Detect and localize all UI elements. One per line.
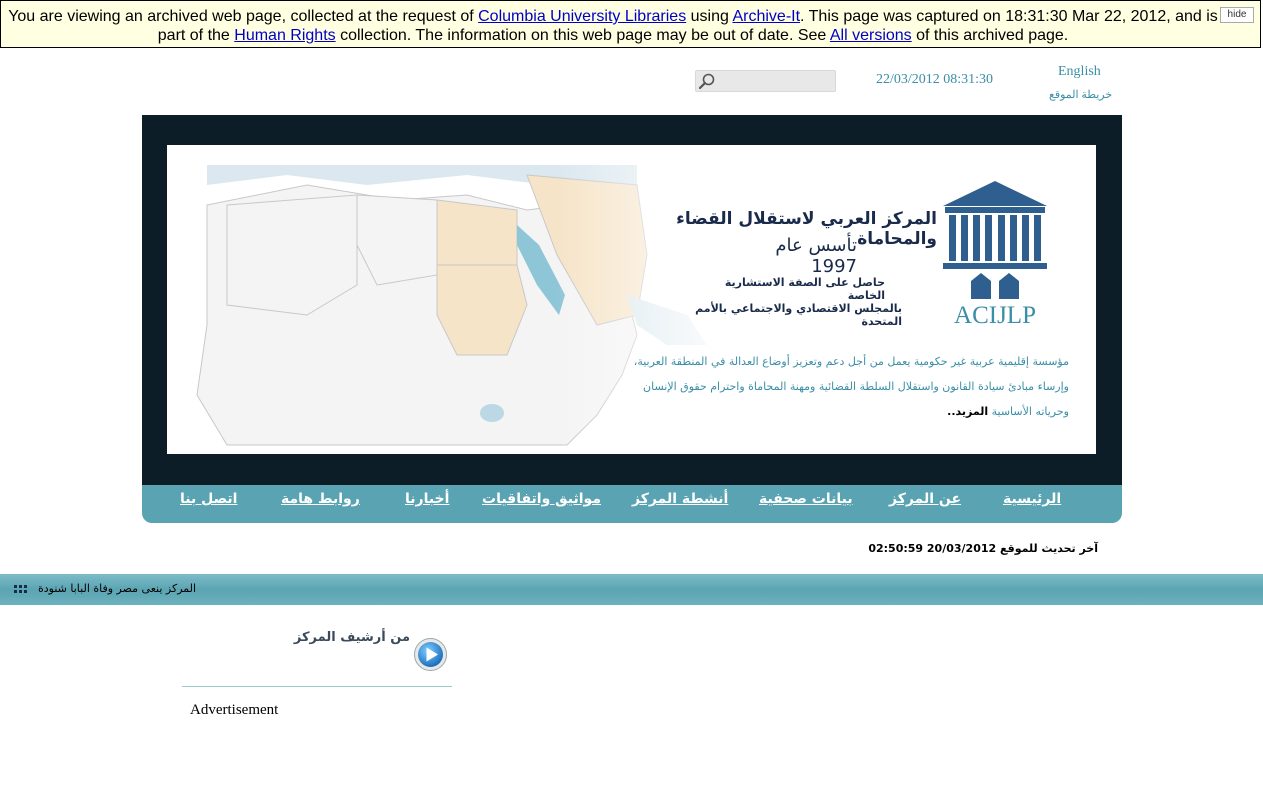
nav-item-contact[interactable]: اتصل بنا — [180, 491, 237, 507]
mission-statement: مؤسسة إقليمية عربية غير حكومية يعمل من أ… — [607, 349, 1069, 424]
sitemap-link[interactable]: خريطة الموقع — [1049, 88, 1112, 101]
ticker-item[interactable]: المركز ينعى مصر وفاة البابا شنودة — [38, 582, 196, 595]
nav-item-news[interactable]: أخبارنا — [405, 491, 449, 507]
founded-year: تأسس عام 1997 — [775, 235, 857, 277]
banner-text-segment: You are viewing an archived web page, co… — [8, 8, 479, 25]
archive-banner: You are viewing an archived web page, co… — [0, 0, 1261, 48]
human-rights-collection-link[interactable]: Human Rights — [234, 27, 335, 44]
advertisement-label: Advertisement — [190, 702, 279, 718]
consultative-status-line-2: بالمجلس الاقتصادي والاجتماعي بالأمم المت… — [695, 302, 902, 328]
hide-banner-button[interactable]: hide — [1220, 7, 1254, 23]
nav-item-press-releases[interactable]: بيانات صحفية — [759, 491, 853, 507]
more-link[interactable]: المزيد.. — [947, 405, 988, 418]
main-nav: الرئيسية عن المركز بيانات صحفية أنشطة ال… — [142, 485, 1122, 523]
current-date: 22/03/2012 08:31:30 — [876, 72, 994, 87]
logo-text: ACIJLP — [954, 302, 1036, 327]
last-update: آخر تحديث للموقع 20/03/2012 02:50:59 — [868, 542, 1098, 555]
columbia-libraries-link[interactable]: Columbia University Libraries — [478, 8, 686, 25]
acijlp-logo: ACIJLP — [943, 181, 1047, 327]
nav-item-about[interactable]: عن المركز — [889, 491, 961, 507]
archive-heading: من أرشيف المركز — [293, 630, 410, 645]
grid-icon — [14, 585, 27, 593]
search-input[interactable] — [695, 70, 836, 92]
consultative-status-line-1: حاصل على الصفة الاستشارية الخاصة — [724, 276, 885, 302]
play-icon[interactable] — [413, 637, 448, 672]
header-banner: المركز العربي لاستقلال القضاء والمحاماة … — [167, 145, 1096, 454]
nav-item-home[interactable]: الرئيسية — [1003, 491, 1061, 507]
nav-item-activities[interactable]: أنشطة المركز — [632, 491, 728, 507]
header: المركز العربي لاستقلال القضاء والمحاماة … — [142, 115, 1122, 485]
nav-item-charters[interactable]: مواثيق واتفاقيات — [482, 491, 601, 507]
mission-text: مؤسسة إقليمية عربية غير حكومية يعمل من أ… — [633, 355, 1069, 418]
language-link[interactable]: English — [1058, 64, 1101, 80]
banner-text-segment: using — [686, 8, 733, 25]
banner-text-segment: collection. The information on this web … — [335, 27, 830, 44]
all-versions-link[interactable]: All versions — [830, 27, 912, 44]
banner-text-segment: of this archived page. — [911, 27, 1069, 44]
divider — [182, 686, 452, 687]
archive-it-link[interactable]: Archive-It — [732, 8, 800, 25]
nav-item-links[interactable]: روابط هامة — [281, 491, 360, 507]
archive-banner-text: You are viewing an archived web page, co… — [7, 7, 1219, 45]
search-icon[interactable] — [698, 72, 716, 90]
news-ticker: المركز ينعى مصر وفاة البابا شنودة — [0, 574, 1263, 605]
